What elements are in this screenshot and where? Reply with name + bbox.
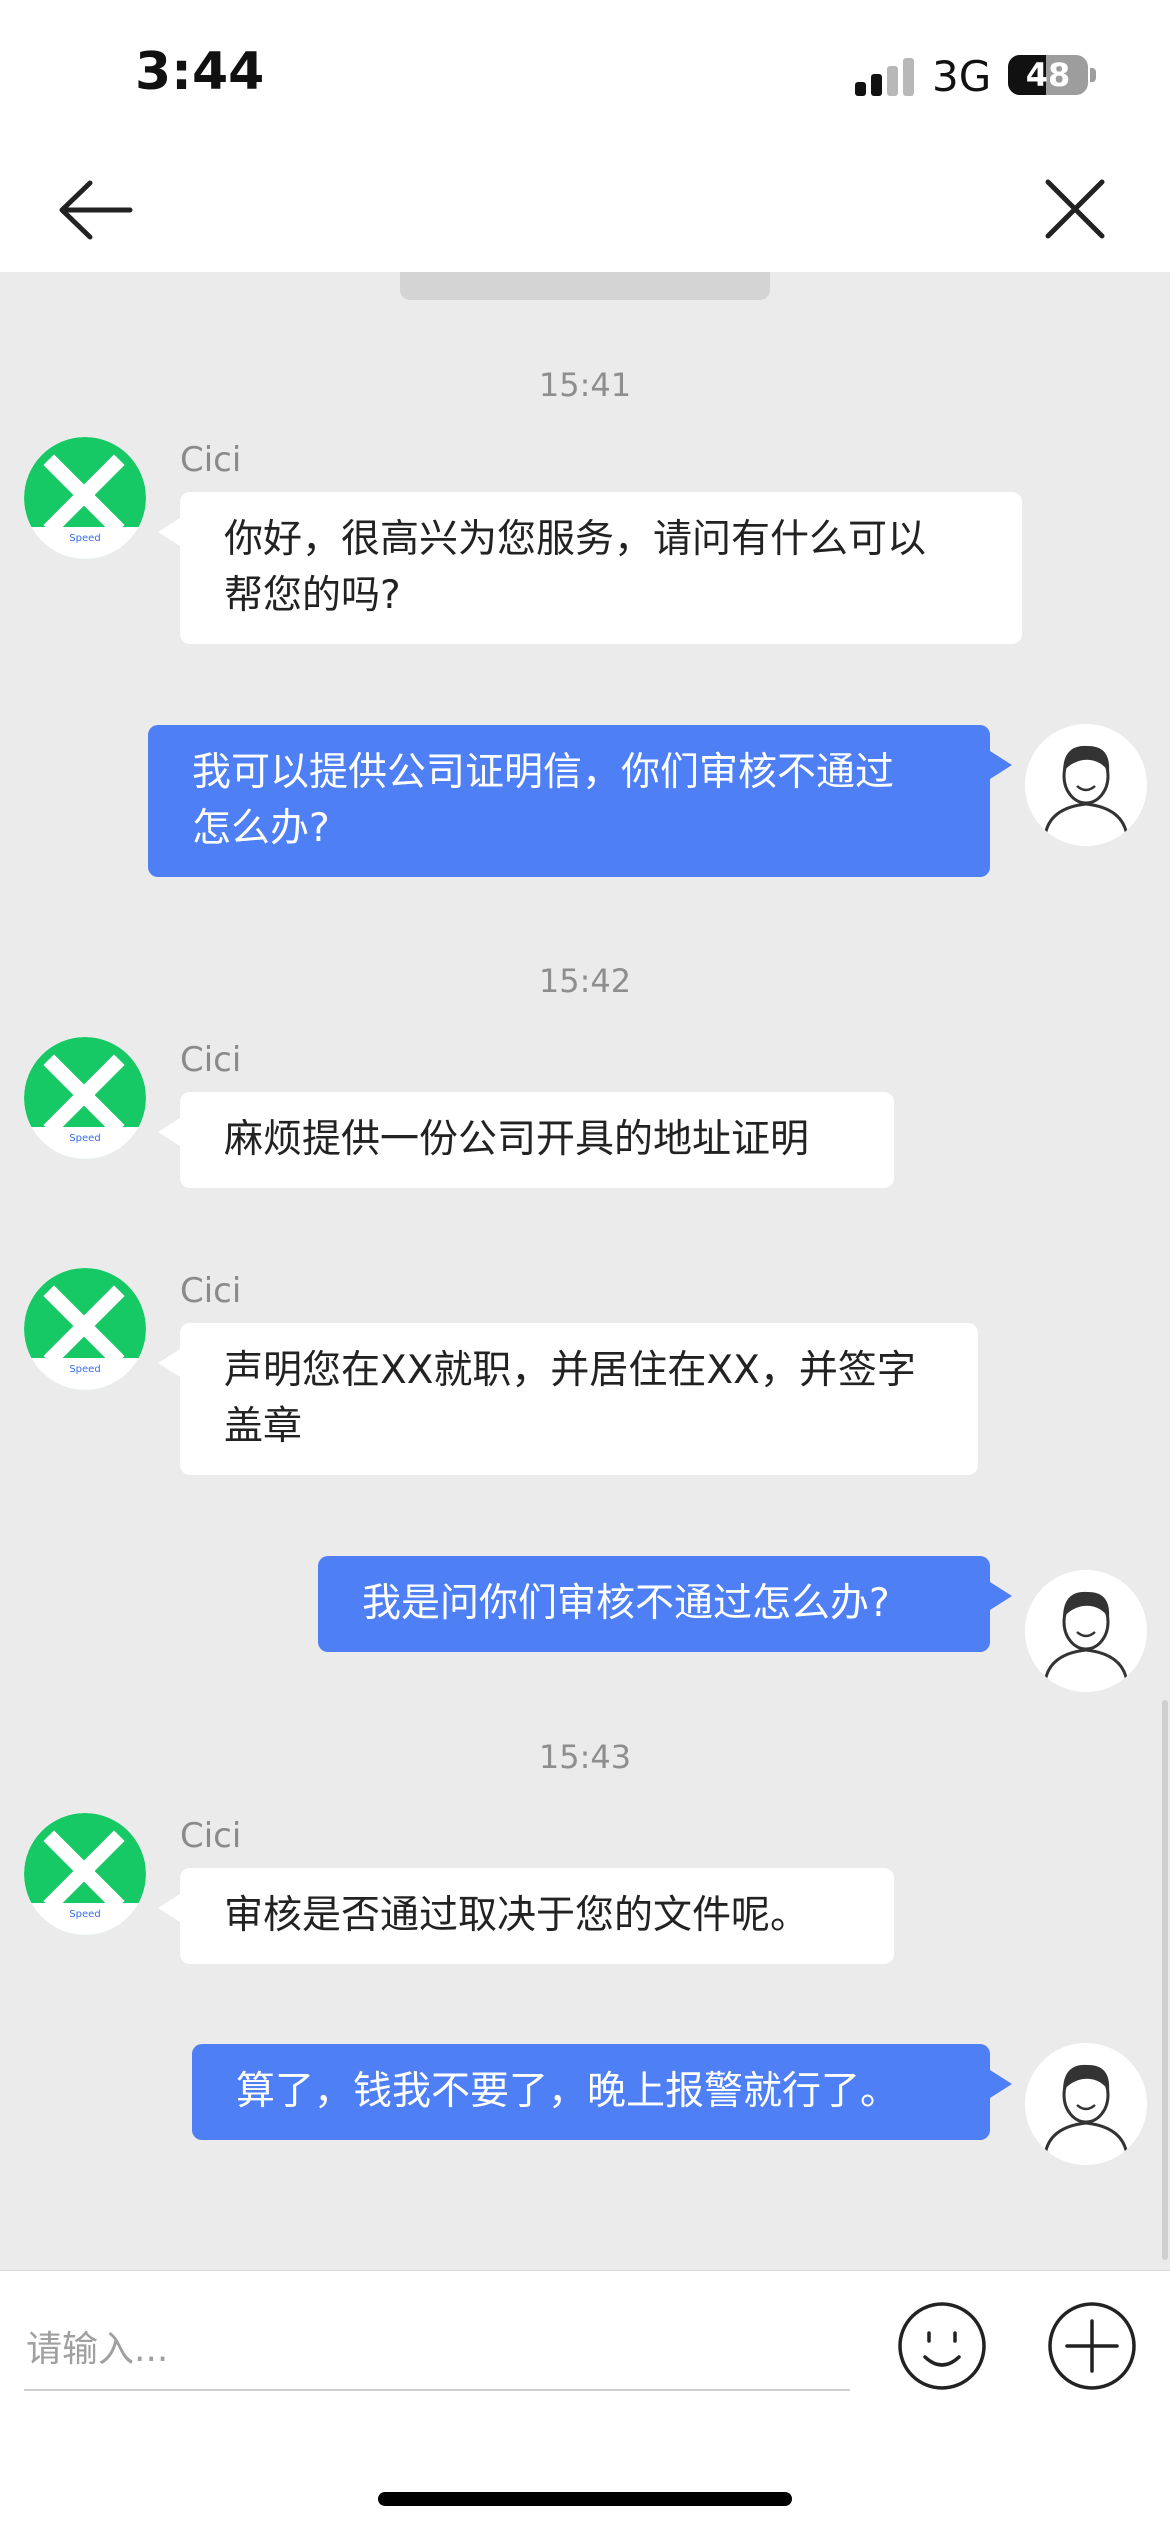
- close-button[interactable]: [1030, 172, 1120, 252]
- x-logo-icon: Speed: [24, 1813, 146, 1935]
- user-avatar[interactable]: [1025, 1570, 1147, 1692]
- smiley-icon: [898, 2302, 986, 2390]
- agent-message[interactable]: 你好，很高兴为您服务，请问有什么可以 帮您的吗?: [158, 492, 1022, 644]
- sender-name: Cici: [180, 1816, 242, 1856]
- svg-text:Speed: Speed: [69, 1909, 100, 1920]
- agent-avatar[interactable]: Speed: [24, 1037, 146, 1159]
- user-avatar[interactable]: [1025, 2043, 1147, 2165]
- timestamp: 15:43: [538, 1738, 632, 1776]
- battery-icon: 48: [1008, 55, 1088, 95]
- home-indicator[interactable]: [378, 2492, 792, 2506]
- user-avatar-icon: [1025, 724, 1147, 846]
- nav-bar: [0, 150, 1170, 272]
- signal-icon: [855, 58, 919, 96]
- agent-message[interactable]: 声明您在XX就职，并居住在XX，并签字 盖章: [158, 1323, 978, 1475]
- user-avatar[interactable]: [1025, 724, 1147, 846]
- sender-name: Cici: [180, 440, 242, 480]
- chat-area[interactable]: 15:41 Speed Cici 你好，很高兴为您服务，请问有什么可以 帮您的吗…: [0, 272, 1170, 2270]
- battery-level: 48: [1025, 56, 1071, 94]
- agent-avatar[interactable]: Speed: [24, 1813, 146, 1935]
- arrow-left-icon: [59, 180, 133, 240]
- network-type: 3G: [932, 52, 992, 101]
- previous-system-notice: [400, 272, 770, 300]
- agent-message[interactable]: 麻烦提供一份公司开具的地址证明: [158, 1092, 894, 1188]
- emoji-button[interactable]: [895, 2299, 989, 2393]
- user-message[interactable]: 算了，钱我不要了，晚上报警就行了。: [192, 2044, 1012, 2140]
- agent-avatar[interactable]: Speed: [24, 437, 146, 559]
- user-message[interactable]: 我可以提供公司证明信，你们审核不通过 怎么办?: [148, 725, 1012, 877]
- user-avatar-icon: [1025, 2043, 1147, 2165]
- agent-avatar[interactable]: Speed: [24, 1268, 146, 1390]
- user-avatar-icon: [1025, 1570, 1147, 1692]
- svg-text:Speed: Speed: [69, 1133, 100, 1144]
- battery-tip: [1090, 68, 1096, 82]
- sender-name: Cici: [180, 1271, 242, 1311]
- agent-message[interactable]: 审核是否通过取决于您的文件呢。: [158, 1868, 894, 1964]
- x-logo-icon: Speed: [24, 437, 146, 559]
- plus-circle-icon: [1048, 2302, 1136, 2390]
- sender-name: Cici: [180, 1040, 242, 1080]
- message-input[interactable]: [24, 2309, 850, 2391]
- x-logo-icon: Speed: [24, 1268, 146, 1390]
- close-icon: [1045, 179, 1105, 239]
- svg-text:Speed: Speed: [69, 533, 100, 544]
- x-logo-icon: Speed: [24, 1037, 146, 1159]
- back-button[interactable]: [50, 175, 140, 245]
- timestamp: 15:42: [538, 962, 632, 1000]
- user-message[interactable]: 我是问你们审核不通过怎么办?: [318, 1556, 1012, 1652]
- chat-scrollbar[interactable]: [1162, 1700, 1168, 2260]
- status-bar: 3:44 3G 48: [0, 0, 1170, 150]
- svg-text:Speed: Speed: [69, 1364, 100, 1375]
- status-time: 3:44: [135, 42, 265, 102]
- timestamp: 15:41: [538, 366, 632, 404]
- plus-button[interactable]: [1045, 2299, 1139, 2393]
